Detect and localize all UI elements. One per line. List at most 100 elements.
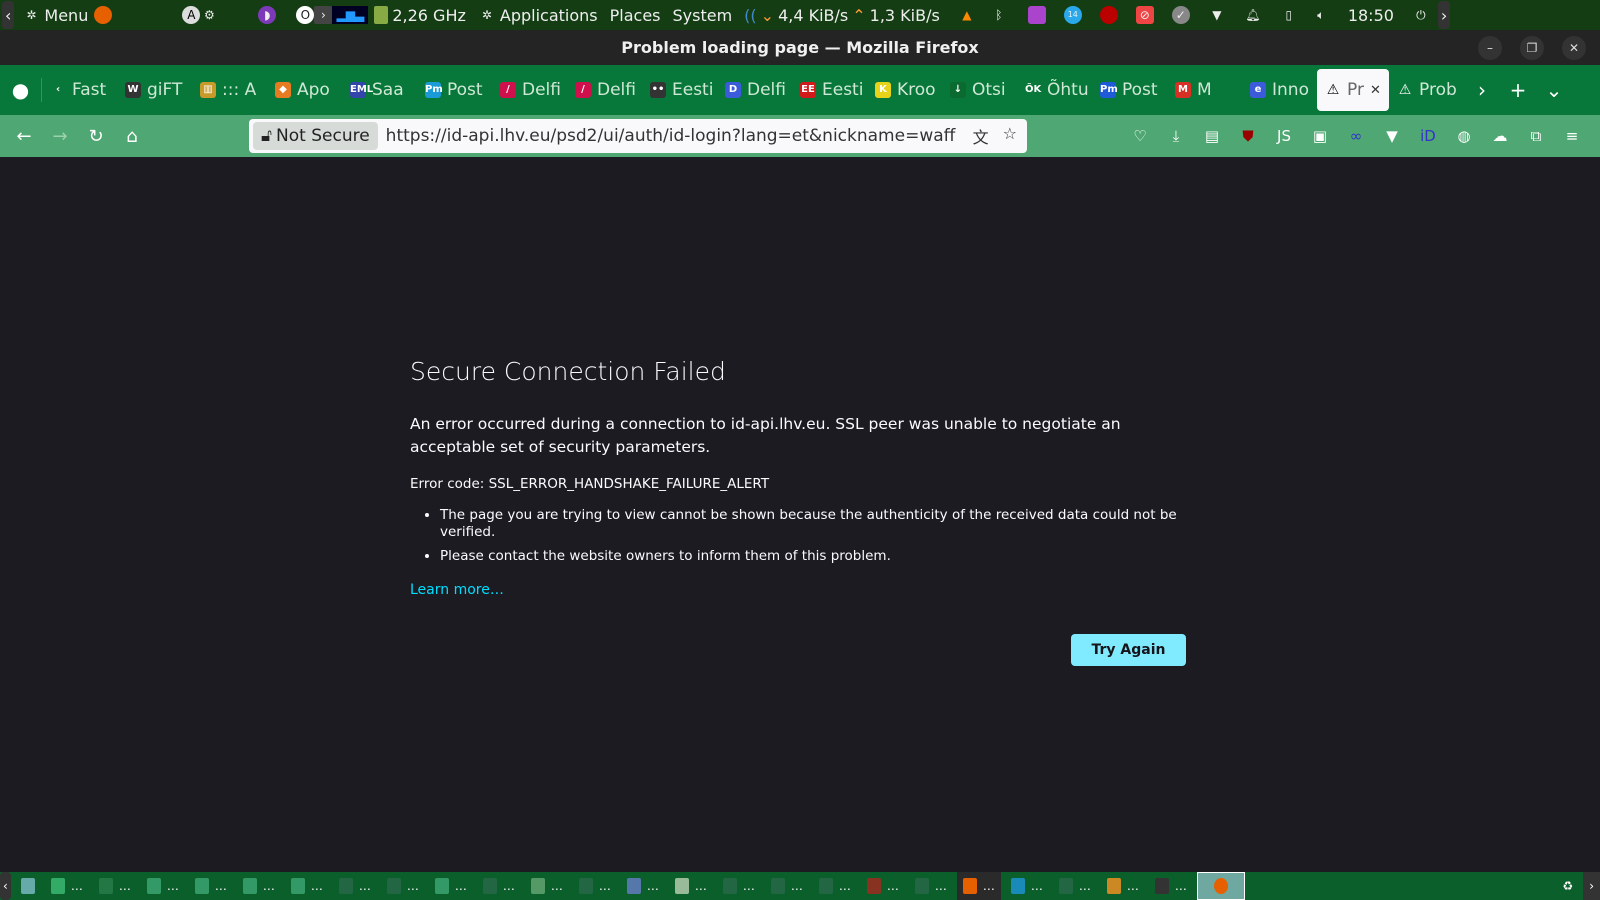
home-button[interactable]: ⌂ [114, 126, 150, 147]
taskbar-active-firefox[interactable] [1196, 872, 1245, 900]
clock[interactable]: 18:50 [1348, 6, 1394, 25]
id-extension-icon[interactable]: iD [1418, 127, 1438, 145]
taskbar-window-button[interactable]: … [1053, 872, 1097, 900]
tab-scroll-right-button[interactable]: › [1464, 78, 1500, 102]
tab[interactable]: / Delfi [567, 69, 642, 111]
taskbar-window-button[interactable]: … [525, 872, 569, 900]
taskbar-window-button[interactable]: … [237, 872, 281, 900]
power-icon[interactable]: ⏻ [1412, 6, 1430, 24]
system-menu[interactable]: System [673, 6, 733, 25]
taskbar-window-button[interactable]: … [1149, 872, 1193, 900]
tab[interactable]: EML Saa [342, 69, 417, 111]
filter-extension-icon[interactable]: ▼ [1382, 127, 1402, 145]
pocket-icon[interactable]: ♡ [1130, 127, 1150, 145]
tab[interactable]: Pm Post [1092, 69, 1167, 111]
forward-button[interactable]: → [42, 126, 78, 147]
taskbar-window-button[interactable]: … [717, 872, 761, 900]
learn-more-link[interactable]: Learn more… [410, 582, 504, 598]
tab[interactable]: ÕK Õhtu [1017, 69, 1092, 111]
taskbar-window-button[interactable]: … [381, 872, 425, 900]
taskbar-window-button[interactable]: … [765, 872, 809, 900]
cookie-extension-icon[interactable]: ☁ [1490, 127, 1510, 145]
site-security-indicator[interactable]: 🔓︎ Not Secure [253, 122, 378, 150]
downloads-icon[interactable]: ⤓ [1166, 127, 1186, 145]
back-button[interactable]: ← [6, 126, 42, 147]
new-tab-button[interactable]: + [1500, 78, 1536, 102]
tab[interactable]: ‹ Fast [42, 69, 117, 111]
bluetooth-icon[interactable]: ᛒ [990, 6, 1008, 24]
block-icon[interactable]: ⊘ [1135, 6, 1154, 24]
record-icon[interactable] [1099, 6, 1118, 24]
tor-icon[interactable]: ◗ [258, 6, 277, 24]
taskbar-window-button[interactable]: … [429, 872, 473, 900]
tab[interactable]: D Delfi [717, 69, 792, 111]
terminal-icon[interactable]: › [314, 6, 333, 24]
taskbar-window-button[interactable]: … [189, 872, 233, 900]
applications-menu[interactable]: ✲ Applications [478, 6, 598, 25]
taskbar-window-button[interactable]: … [956, 872, 1001, 900]
system-monitor-icon[interactable]: ▂▆▃ [332, 6, 369, 24]
tab[interactable]: ▥::: A [192, 69, 267, 111]
close-tab-icon[interactable]: ✕ [1370, 83, 1381, 98]
close-window-button[interactable]: ✕ [1562, 36, 1586, 60]
panel-scroll-left[interactable]: ‹ [2, 1, 15, 29]
extensions-puzzle-icon[interactable]: ⧉ [1526, 127, 1546, 145]
gears-icon[interactable]: ⚙ [200, 6, 218, 24]
translate-icon[interactable]: 文 [973, 124, 989, 148]
search-icon[interactable]: A [182, 6, 201, 24]
taskbar-window-button[interactable]: … [93, 872, 137, 900]
minimize-button[interactable]: – [1478, 36, 1502, 60]
audio-recorder-icon[interactable] [1027, 6, 1046, 24]
firefox-view-button[interactable]: ● [0, 78, 42, 102]
taskbar-window-button[interactable]: … [285, 872, 329, 900]
taskbar-scroll-right[interactable]: › [1583, 872, 1600, 900]
vlc-icon[interactable]: ▲ [958, 6, 976, 24]
menu-button[interactable]: ✲ Menu [22, 6, 88, 25]
tab[interactable]: •• Eesti [642, 69, 717, 111]
tab[interactable]: EE Eesti [792, 69, 867, 111]
places-menu[interactable]: Places [610, 6, 661, 25]
reload-button[interactable]: ↻ [78, 126, 114, 147]
link-extension-icon[interactable]: ∞ [1346, 127, 1366, 145]
maximize-button[interactable]: ❐ [1520, 36, 1544, 60]
taskbar-window-button[interactable]: … [1101, 872, 1145, 900]
taskbar-window-button[interactable]: … [477, 872, 521, 900]
url-input[interactable]: https://id-api.lhv.eu/psd2/ui/auth/id-lo… [386, 126, 956, 146]
taskbar-window-button[interactable]: … [333, 872, 377, 900]
list-all-tabs-button[interactable]: ⌄ [1536, 78, 1572, 102]
taskbar-window-button[interactable]: … [669, 872, 713, 900]
shield-icon[interactable]: ✓ [1171, 6, 1190, 24]
panel-scroll-right[interactable]: › [1437, 1, 1451, 29]
wifi-icon[interactable]: ▼ [1208, 6, 1226, 24]
taskbar-window-button[interactable]: … [141, 872, 185, 900]
tab[interactable]: ◆ Apo [267, 69, 342, 111]
taskbar-window-button[interactable]: … [909, 872, 953, 900]
app-menu-icon[interactable]: ≡ [1562, 127, 1582, 145]
opera-icon[interactable]: O [296, 6, 315, 24]
taskbar-window-button[interactable]: … [621, 872, 665, 900]
battery-icon[interactable]: ▯ [1280, 6, 1298, 24]
show-desktop-button[interactable] [15, 872, 41, 900]
taskbar-scroll-left[interactable]: ‹ [0, 872, 11, 900]
taskbar-window-button[interactable]: … [1005, 872, 1049, 900]
vtr-extension-icon[interactable]: ▣ [1310, 127, 1330, 145]
bookmark-star-icon[interactable]: ☆ [1003, 124, 1017, 148]
tab[interactable]: ↓ Otsi [942, 69, 1017, 111]
tab[interactable]: ⚠ Prob [1389, 69, 1464, 111]
firefox-icon[interactable] [94, 6, 113, 24]
tab[interactable]: K Kroo [867, 69, 942, 111]
taskbar-window-button[interactable]: … [813, 872, 857, 900]
globe-extension-icon[interactable]: ◍ [1454, 127, 1474, 145]
tab[interactable]: MM [1167, 69, 1242, 111]
taskbar-window-button[interactable]: … [861, 872, 905, 900]
url-bar[interactable]: 🔓︎ Not Secure https://id-api.lhv.eu/psd2/… [249, 119, 1027, 153]
taskbar-window-button[interactable]: … [573, 872, 617, 900]
taskbar-window-button[interactable]: … [45, 872, 89, 900]
tab[interactable]: ⚠ Pr ✕ [1317, 69, 1389, 111]
trash-icon[interactable]: ♻ [1556, 872, 1579, 900]
tab[interactable]: Pm Post [417, 69, 492, 111]
javascript-toggle-icon[interactable]: JS [1274, 127, 1294, 145]
notes-extension-icon[interactable]: ▤ [1202, 127, 1222, 145]
ublock-icon[interactable]: ⛊ [1238, 127, 1258, 145]
telegram-icon[interactable]: 14 [1063, 6, 1082, 24]
